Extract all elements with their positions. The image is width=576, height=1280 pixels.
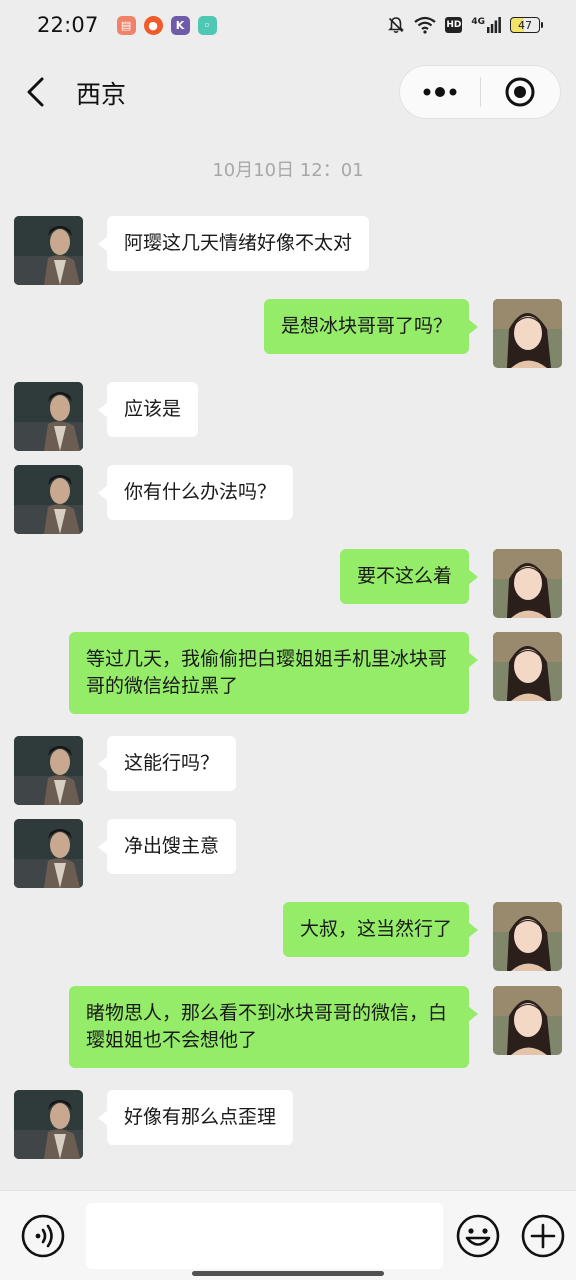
- message-bubble-sent[interactable]: 要不这么着: [339, 549, 479, 604]
- my-avatar[interactable]: [493, 986, 562, 1055]
- signal-bars-icon: [487, 17, 501, 33]
- mute-bell-icon: [388, 17, 405, 33]
- wifi-icon: [414, 16, 437, 34]
- hd-badge: HD: [445, 17, 463, 33]
- target-close-icon: [505, 77, 535, 107]
- girl-portrait-icon: [493, 986, 562, 1055]
- nav-bar: 西京: [0, 55, 576, 129]
- my-avatar[interactable]: [493, 299, 562, 368]
- tomato-app-icon: ●: [143, 15, 163, 35]
- man-portrait-icon: [14, 382, 83, 451]
- signal-indicator: 4G: [471, 17, 501, 33]
- status-time: 22:07: [37, 13, 99, 37]
- message-bubble-received[interactable]: 好像有那么点歪理: [97, 1090, 294, 1145]
- contact-avatar[interactable]: [14, 819, 83, 888]
- man-portrait-icon: [14, 819, 83, 888]
- message-bubble-sent[interactable]: 大叔，这当然行了: [282, 902, 479, 957]
- man-portrait-icon: [14, 216, 83, 285]
- contact-avatar[interactable]: [14, 736, 83, 805]
- contact-avatar[interactable]: [14, 216, 83, 285]
- battery-indicator: 47: [510, 17, 543, 33]
- message-bubble-received[interactable]: 应该是: [97, 382, 199, 437]
- more-button[interactable]: [400, 65, 480, 119]
- status-indicators: HD 4G 47: [387, 16, 543, 34]
- man-portrait-icon: [14, 1090, 83, 1159]
- message-timestamp: 10月10日 12：01: [212, 160, 364, 181]
- girl-portrait-icon: [493, 299, 562, 368]
- contact-avatar[interactable]: [14, 382, 83, 451]
- reader-app-icon: ▤: [116, 15, 136, 35]
- chat-app-icon: ◦: [197, 15, 217, 35]
- message-bubble-received[interactable]: 阿璎这几天情绪好像不太对: [97, 216, 370, 271]
- my-avatar[interactable]: [493, 632, 562, 701]
- man-portrait-icon: [14, 465, 83, 534]
- girl-portrait-icon: [493, 632, 562, 701]
- message-bubble-received[interactable]: 净出馊主意: [97, 819, 237, 874]
- message-bubble-sent[interactable]: 等过几天，我偷偷把白璎姐姐手机里冰块哥哥的微信给拉黑了: [69, 632, 478, 714]
- message-input-bar: [0, 1190, 576, 1280]
- voice-input-button[interactable]: [20, 1213, 66, 1259]
- my-avatar[interactable]: [493, 902, 562, 971]
- contact-avatar[interactable]: [14, 465, 83, 534]
- message-text-input[interactable]: [86, 1203, 443, 1269]
- message-bubble-sent[interactable]: 睹物思人，那么看不到冰块哥哥的微信，白璎姐姐也不会想他了: [69, 986, 478, 1068]
- mini-program-capsule: [399, 65, 561, 119]
- my-avatar[interactable]: [493, 549, 562, 618]
- close-mini-program-button[interactable]: [481, 65, 561, 119]
- message-bubble-received[interactable]: 你有什么办法吗？: [97, 465, 294, 520]
- girl-portrait-icon: [493, 549, 562, 618]
- more-dots-icon: [423, 87, 457, 97]
- notification-app-icons: ▤ ● K ◦: [116, 15, 217, 35]
- more-functions-plus-button[interactable]: [520, 1213, 566, 1259]
- status-bar: 22:07 ▤ ● K ◦ HD 4G 47: [0, 0, 576, 50]
- network-type-label: 4G: [471, 17, 485, 27]
- contact-avatar[interactable]: [14, 1090, 83, 1159]
- emoji-button[interactable]: [455, 1213, 501, 1259]
- man-portrait-icon: [14, 736, 83, 805]
- girl-portrait-icon: [493, 902, 562, 971]
- k-app-icon: K: [170, 15, 190, 35]
- message-bubble-received[interactable]: 这能行吗？: [97, 736, 237, 791]
- message-bubble-sent[interactable]: 是想冰块哥哥了吗？: [263, 299, 479, 354]
- chat-title: 西京: [76, 80, 127, 109]
- back-button[interactable]: [22, 75, 52, 109]
- home-indicator[interactable]: [192, 1271, 384, 1276]
